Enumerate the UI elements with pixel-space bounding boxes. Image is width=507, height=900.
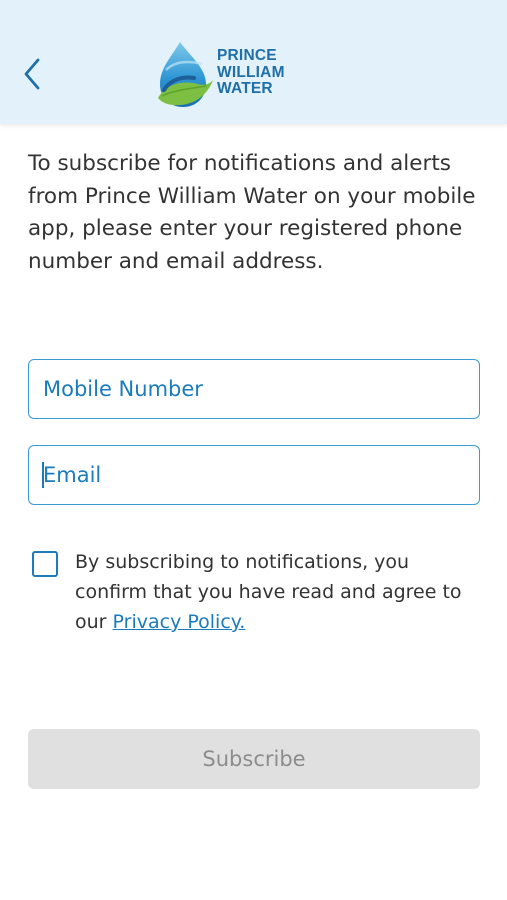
subscribe-button[interactable]: Subscribe xyxy=(28,729,480,789)
logo-line-2: WILLIAM xyxy=(217,63,285,81)
email-input[interactable] xyxy=(29,446,479,504)
brand-wordmark: PRINCE WILLIAM WATER xyxy=(217,47,285,98)
brand-logo: PRINCE WILLIAM WATER xyxy=(156,40,306,110)
email-field[interactable] xyxy=(28,445,480,505)
back-button[interactable] xyxy=(14,52,50,96)
logo-line-3: WATER xyxy=(217,80,273,97)
privacy-policy-link[interactable]: Privacy Policy. xyxy=(113,611,246,633)
app-header: PRINCE WILLIAM WATER xyxy=(0,0,507,124)
chevron-left-icon xyxy=(24,58,40,90)
water-drop-leaf-icon xyxy=(158,42,213,107)
logo-line-1: PRINCE xyxy=(217,47,277,64)
consent-text: By subscribing to notifications, you con… xyxy=(75,547,480,637)
intro-text: To subscribe for notifications and alert… xyxy=(28,151,476,274)
consent-checkbox[interactable] xyxy=(32,551,58,577)
mobile-number-input[interactable] xyxy=(29,360,479,418)
text-cursor xyxy=(42,462,44,488)
mobile-number-field[interactable] xyxy=(28,359,480,419)
